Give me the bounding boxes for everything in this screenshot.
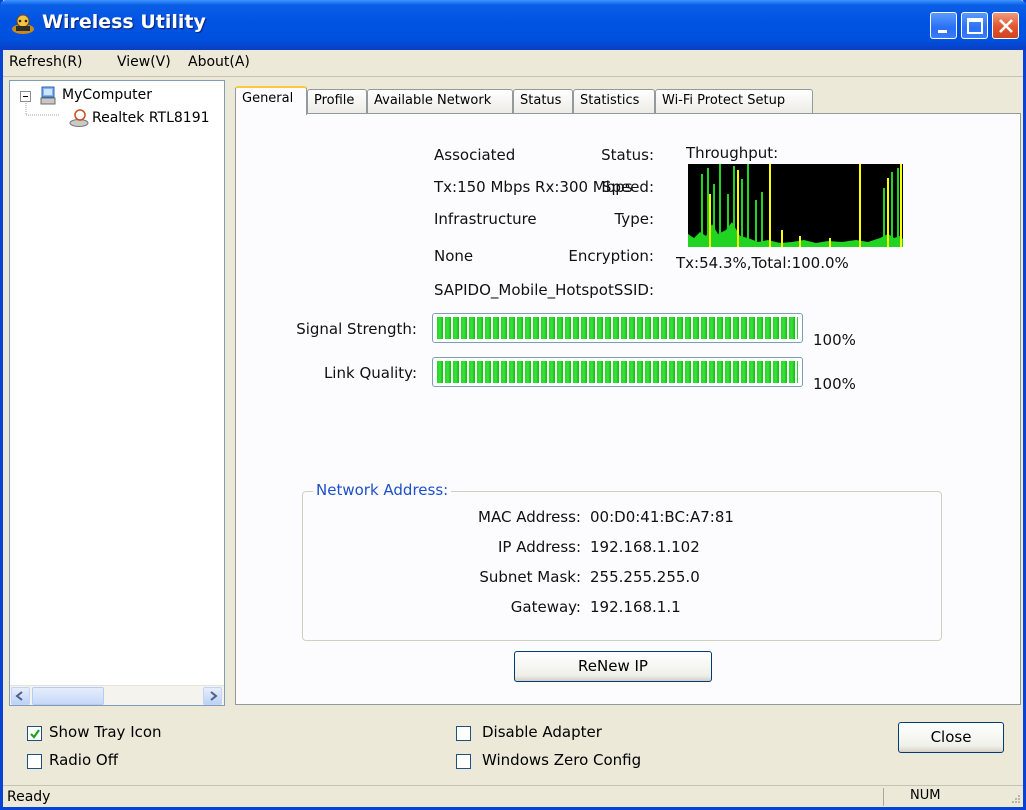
encryption-label: Encryption: xyxy=(568,247,654,265)
tab-available-network[interactable]: Available Network xyxy=(367,89,513,113)
status-value: Associated xyxy=(434,146,516,164)
network-address-group: Network Address: MAC Address: 00:D0:41:B… xyxy=(302,481,942,641)
type-label: Type: xyxy=(614,210,654,228)
speed-value: Tx:150 Mbps Rx:300 Mbps xyxy=(434,178,633,196)
resize-grip-icon[interactable] xyxy=(1009,793,1021,805)
signal-strength-meter xyxy=(432,313,803,343)
radio-off-checkbox[interactable] xyxy=(27,754,42,769)
adapter-tree[interactable]: MyComputer Realtek RTL8191 xyxy=(9,80,225,706)
num-lock-indicator: NUM xyxy=(883,788,1013,806)
throughput-summary: Tx:54.3%,Total:100.0% xyxy=(676,254,849,272)
subnet-mask-value: 255.255.255.0 xyxy=(590,568,700,586)
radio-off-label[interactable]: Radio Off xyxy=(49,751,118,769)
show-tray-icon-label[interactable]: Show Tray Icon xyxy=(49,723,162,741)
tree-item-realtek-adapter[interactable]: Realtek RTL8191 xyxy=(92,110,210,126)
tab-wifi-protect-setup[interactable]: Wi-Fi Protect Setup xyxy=(655,89,813,113)
computer-icon xyxy=(38,86,58,110)
gateway-value: 192.168.1.1 xyxy=(590,598,681,616)
signal-strength-label: Signal Strength: xyxy=(296,320,417,338)
mac-address-value: 00:D0:41:BC:A7:81 xyxy=(590,508,734,526)
ssid-value: SAPIDO_Mobile_Hotspot xyxy=(434,281,614,299)
network-address-title: Network Address: xyxy=(313,481,452,499)
subnet-mask-label: Subnet Mask: xyxy=(479,568,581,586)
mac-address-label: MAC Address: xyxy=(478,508,581,526)
type-value: Infrastructure xyxy=(434,210,537,228)
show-tray-icon-checkbox[interactable] xyxy=(27,726,42,741)
close-icon[interactable] xyxy=(992,12,1019,39)
link-quality-meter xyxy=(432,357,803,387)
disable-adapter-checkbox[interactable] xyxy=(456,726,471,741)
tab-general[interactable]: General xyxy=(235,86,307,115)
wireless-utility-window: Wireless Utility Refresh(R) View(V) Abou… xyxy=(0,0,1026,810)
gateway-label: Gateway: xyxy=(510,598,581,616)
window-title: Wireless Utility xyxy=(42,11,206,33)
collapse-toggle[interactable] xyxy=(20,91,31,102)
tree-horizontal-scrollbar[interactable] xyxy=(10,685,224,705)
signal-strength-fill xyxy=(437,317,798,339)
scroll-right-icon[interactable] xyxy=(203,687,222,705)
close-button[interactable]: Close xyxy=(898,722,1004,753)
windows-zero-config-checkbox[interactable] xyxy=(456,754,471,769)
encryption-value: None xyxy=(434,247,474,265)
ip-address-label: IP Address: xyxy=(497,538,581,556)
tab-status[interactable]: Status xyxy=(513,89,573,113)
ssid-label: SSID: xyxy=(613,281,654,299)
minimize-icon[interactable] xyxy=(930,12,957,39)
signal-strength-percent: 100% xyxy=(813,331,856,349)
menu-about[interactable]: About(A) xyxy=(188,54,250,70)
ip-address-value: 192.168.1.102 xyxy=(590,538,700,556)
checkmark-icon xyxy=(30,729,40,739)
status-bar: Ready NUM xyxy=(3,785,1023,807)
scroll-left-icon[interactable] xyxy=(11,687,30,705)
scroll-thumb[interactable] xyxy=(32,687,104,705)
renew-ip-button[interactable]: ReNew IP xyxy=(514,651,712,682)
throughput-label: Throughput: xyxy=(686,144,779,162)
tree-item-mycomputer[interactable]: MyComputer xyxy=(62,87,152,103)
menu-bar: Refresh(R) View(V) About(A) xyxy=(3,50,1023,77)
disable-adapter-label[interactable]: Disable Adapter xyxy=(482,723,602,741)
link-quality-fill xyxy=(437,361,798,383)
link-quality-percent: 100% xyxy=(813,375,856,393)
link-quality-label: Link Quality: xyxy=(323,364,417,382)
status-label: Status: xyxy=(601,146,654,164)
tab-profile[interactable]: Profile xyxy=(307,89,367,113)
menu-view[interactable]: View(V) xyxy=(117,54,171,70)
maximize-icon[interactable] xyxy=(961,12,988,39)
windows-zero-config-label[interactable]: Windows Zero Config xyxy=(482,751,641,769)
tab-statistics[interactable]: Statistics xyxy=(573,89,655,113)
general-tab-panel: Status: Associated Speed: Tx:150 Mbps Rx… xyxy=(235,113,1021,705)
wireless-utility-app-icon xyxy=(10,12,36,36)
network-adapter-icon xyxy=(68,108,90,132)
throughput-graph xyxy=(688,164,903,247)
title-bar[interactable]: Wireless Utility xyxy=(0,0,1026,50)
status-text: Ready xyxy=(7,789,51,805)
menu-refresh[interactable]: Refresh(R) xyxy=(9,54,83,70)
